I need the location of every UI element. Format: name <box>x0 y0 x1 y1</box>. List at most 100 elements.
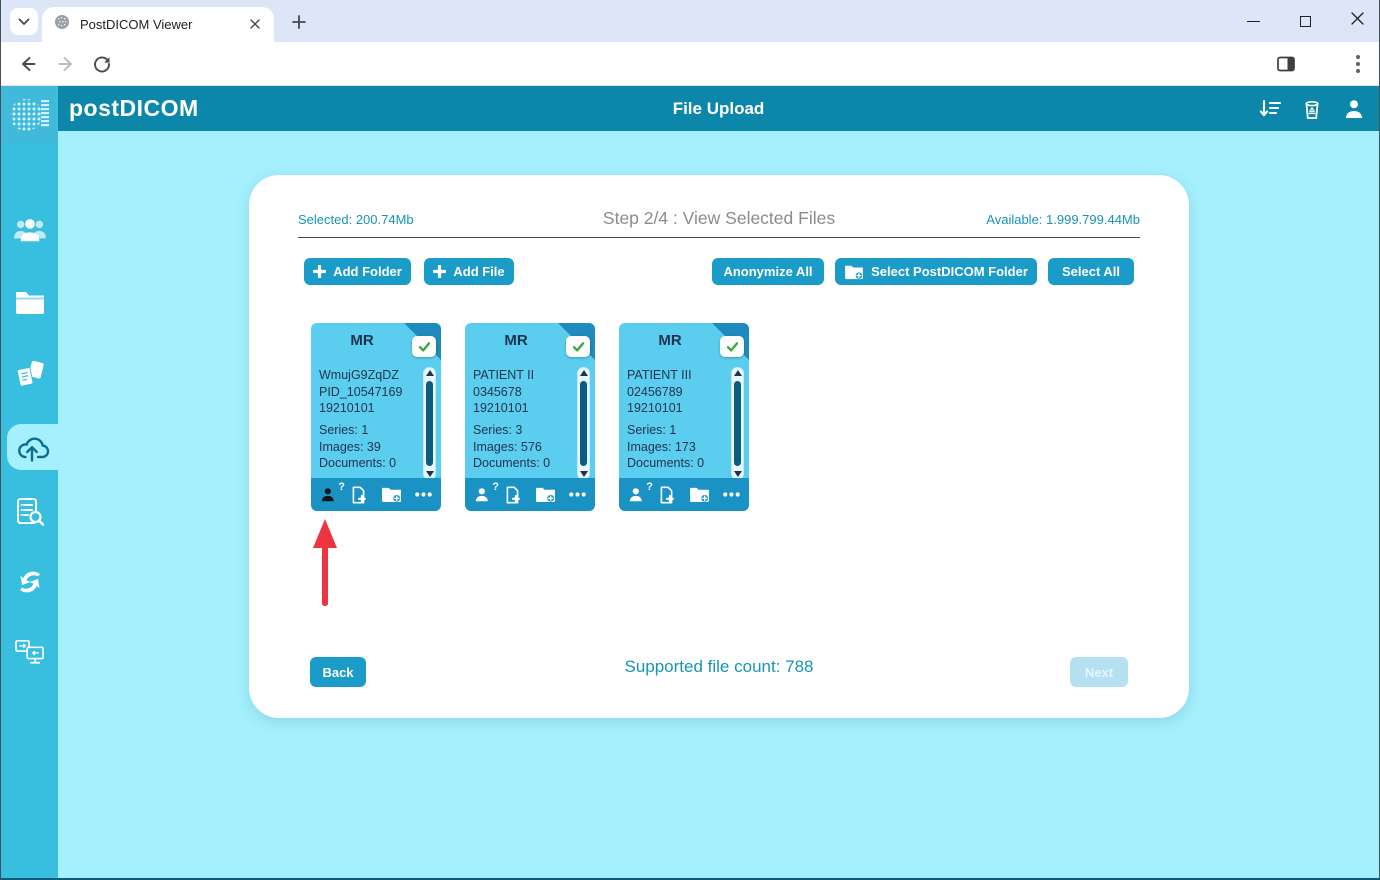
study-date: 19210101 <box>473 400 573 417</box>
plus-icon <box>292 15 306 34</box>
upload-queue-button[interactable] <box>1257 96 1283 122</box>
question-mark: ? <box>646 481 653 493</box>
upload-panel: Selected: 200.74Mb Step 2/4 : View Selec… <box>249 175 1189 718</box>
scrollbar-thumb[interactable] <box>734 381 741 466</box>
more-options-button[interactable] <box>723 492 740 497</box>
reload-button[interactable] <box>89 51 115 77</box>
assign-folder-button[interactable] <box>381 486 402 503</box>
scroll-up-icon[interactable] <box>424 370 435 376</box>
add-image-button[interactable] <box>658 486 675 504</box>
patients-people-icon <box>13 216 47 244</box>
person-question-icon <box>320 486 337 503</box>
sidebar-item-upload[interactable] <box>7 424 58 470</box>
supported-count-label: Supported file count: 788 <box>249 657 1189 677</box>
selected-checkbox[interactable] <box>412 336 436 357</box>
browser-menu-button[interactable] <box>1345 51 1371 77</box>
select-all-button[interactable]: Select All <box>1048 258 1134 285</box>
back-arrow-icon <box>18 54 38 74</box>
kebab-menu-icon <box>1355 54 1361 74</box>
browser-window: PostDICOM Viewer <box>0 0 1380 880</box>
question-mark: ? <box>338 481 345 493</box>
add-folder-label: Add Folder <box>333 264 402 279</box>
minimize-button[interactable] <box>1245 13 1261 29</box>
maximize-icon <box>1300 16 1311 27</box>
tab-search-button[interactable] <box>10 8 38 35</box>
file-plus-icon <box>504 486 521 504</box>
anonymize-all-button[interactable]: Anonymize All <box>712 258 824 285</box>
plus-icon <box>313 265 326 278</box>
file-plus-icon <box>658 486 675 504</box>
selected-checkbox[interactable] <box>720 336 744 357</box>
check-icon <box>726 341 739 353</box>
scroll-down-icon[interactable] <box>578 471 589 477</box>
person-question-icon <box>474 486 491 503</box>
anonymize-button[interactable]: ? <box>628 486 645 503</box>
assign-folder-button[interactable] <box>689 486 710 503</box>
new-tab-button[interactable] <box>285 10 313 38</box>
account-button[interactable] <box>1341 96 1367 122</box>
file-card[interactable]: MR PATIENT II 0345678 19210101 Series: 3… <box>465 323 595 511</box>
sidebar-item-transfer[interactable] <box>1 629 58 675</box>
add-folder-button[interactable]: Add Folder <box>304 258 411 285</box>
select-postdicom-folder-button[interactable]: Select PostDICOM Folder <box>835 258 1037 285</box>
sidebar-item-patients[interactable] <box>1 207 58 253</box>
tab-strip: PostDICOM Viewer <box>1 0 1379 42</box>
document-count: Documents: 0 <box>627 455 727 472</box>
available-size-label: Available: 1.999.799.44Mb <box>986 212 1140 227</box>
assign-folder-button[interactable] <box>535 486 556 503</box>
chevron-down-icon <box>18 13 30 31</box>
folder-icon <box>14 289 46 315</box>
sort-queue-icon <box>1258 97 1282 121</box>
file-card[interactable]: MR WmujG9ZqDZ PID_10547169 19210101 Seri… <box>311 323 441 511</box>
anonymize-button[interactable]: ? <box>474 486 491 503</box>
recycle-bin-button[interactable] <box>1299 96 1325 122</box>
tab-close-button[interactable] <box>246 16 264 34</box>
card-scrollbar[interactable] <box>731 367 744 480</box>
scroll-up-icon[interactable] <box>578 370 589 376</box>
forward-button[interactable] <box>53 51 79 77</box>
study-stats: Series: 1 Images: 39 Documents: 0 <box>319 422 419 472</box>
more-options-button[interactable] <box>415 492 432 497</box>
anonymize-button[interactable]: ? <box>320 486 337 503</box>
question-mark: ? <box>492 481 499 493</box>
app-logo[interactable] <box>1 86 58 143</box>
next-button[interactable]: Next <box>1070 657 1128 687</box>
ellipsis-icon <box>569 492 586 497</box>
series-count: Series: 1 <box>627 422 727 439</box>
file-card[interactable]: MR PATIENT III 02456789 19210101 Series:… <box>619 323 749 511</box>
patient-id: 02456789 <box>627 384 727 401</box>
scrollbar-thumb[interactable] <box>426 381 433 466</box>
page-title: File Upload <box>58 86 1379 131</box>
patient-name: PATIENT III <box>627 367 727 384</box>
forward-arrow-icon <box>56 54 76 74</box>
patient-name: WmujG9ZqDZ <box>319 367 419 384</box>
selected-checkbox[interactable] <box>566 336 590 357</box>
more-options-button[interactable] <box>569 492 586 497</box>
scroll-down-icon[interactable] <box>424 471 435 477</box>
maximize-button[interactable] <box>1297 13 1313 29</box>
scrollbar-thumb[interactable] <box>580 381 587 466</box>
series-count: Series: 3 <box>473 422 573 439</box>
back-button[interactable] <box>15 51 41 77</box>
side-panel-button[interactable] <box>1273 51 1299 77</box>
add-file-button[interactable]: Add File <box>424 258 514 285</box>
sidebar-item-sync[interactable] <box>1 559 58 605</box>
header-divider <box>298 237 1140 238</box>
scroll-down-icon[interactable] <box>732 471 743 477</box>
sync-arrows-icon <box>15 567 45 597</box>
sidebar-item-worklist[interactable] <box>1 489 58 535</box>
sidebar-item-folders[interactable] <box>1 279 58 325</box>
add-image-button[interactable] <box>350 486 367 504</box>
file-plus-icon <box>350 486 367 504</box>
sidebar-item-documents[interactable] <box>1 351 58 397</box>
browser-tab[interactable]: PostDICOM Viewer <box>42 7 274 42</box>
card-scrollbar[interactable] <box>423 367 436 480</box>
select-postdicom-folder-label: Select PostDICOM Folder <box>871 264 1028 279</box>
document-count: Documents: 0 <box>319 455 419 472</box>
scroll-up-icon[interactable] <box>732 370 743 376</box>
series-count: Series: 1 <box>319 422 419 439</box>
check-icon <box>572 341 585 353</box>
card-scrollbar[interactable] <box>577 367 590 480</box>
close-window-button[interactable] <box>1349 13 1365 29</box>
add-image-button[interactable] <box>504 486 521 504</box>
